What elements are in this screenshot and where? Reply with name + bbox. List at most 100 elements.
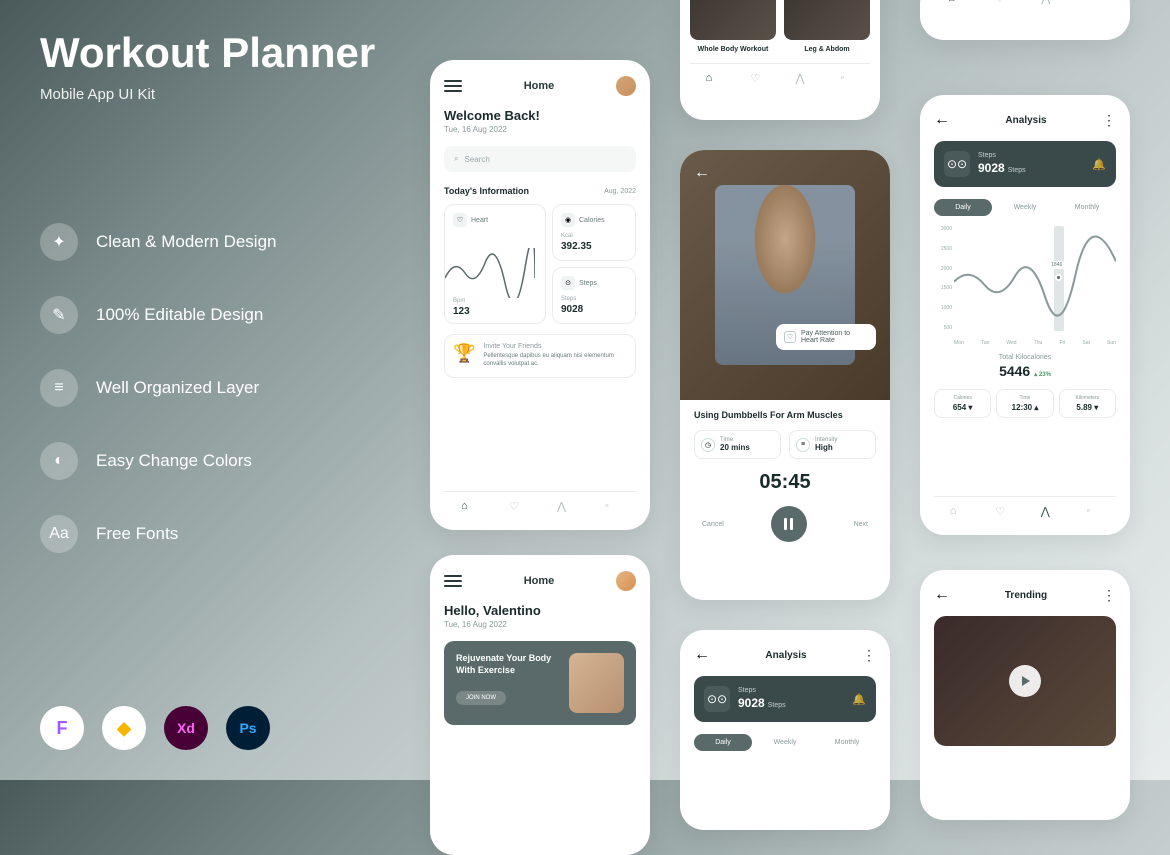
cancel-button[interactable]: Cancel xyxy=(702,521,724,528)
bell-icon[interactable]: 🔔 xyxy=(852,693,866,706)
menu-icon[interactable] xyxy=(444,80,462,92)
font-icon: Aa xyxy=(40,515,78,553)
wand-icon: ✦ xyxy=(40,223,78,261)
back-button[interactable]: ← xyxy=(694,164,710,182)
pen-icon: ✎ xyxy=(40,296,78,334)
screen-title: Analysis xyxy=(765,650,806,661)
steps-label: Steps xyxy=(738,687,844,694)
tab-monthly[interactable]: Monthly xyxy=(818,734,876,751)
heart-card[interactable]: ♡Heart Bpm123 xyxy=(444,204,546,324)
steps-summary-card[interactable]: ⊙⊙ Steps 9028Steps 🔔 xyxy=(694,676,876,722)
heart-icon: ♡ xyxy=(453,213,467,227)
heart-chart xyxy=(445,248,535,298)
figma-icon: F xyxy=(40,706,84,750)
home-icon[interactable]: ⌂ xyxy=(948,0,962,6)
metric-value: 5.89 ▾ xyxy=(1065,403,1110,412)
more-icon[interactable]: ⋮ xyxy=(862,647,876,664)
avatar[interactable] xyxy=(616,76,636,96)
hero-card[interactable]: Rejuvenate Your Body With Exercise JOIN … xyxy=(444,641,636,725)
x-tick: Sun xyxy=(1107,340,1116,346)
steps-summary-card[interactable]: ⊙⊙ Steps 9028Steps 🔔 xyxy=(934,141,1116,187)
metric-label: Kilometers xyxy=(1065,395,1110,401)
timer-display: 05:45 xyxy=(694,471,876,494)
invite-desc: Pellentesque dapibus eu aliquam nisi ele… xyxy=(483,352,627,369)
back-button[interactable]: ← xyxy=(694,646,710,664)
x-tick: Thu xyxy=(1034,340,1043,346)
intensity-stat: ≡ IntensityHigh xyxy=(789,430,876,459)
search-placeholder: Search xyxy=(464,155,489,164)
profile-icon[interactable]: ◦ xyxy=(605,500,619,514)
exercise-image: ← ♡ Pay Attention to Heart Rate xyxy=(680,150,890,400)
greeting-text: Hello, Valentino xyxy=(444,603,636,618)
x-tick: Tue xyxy=(981,340,989,346)
highlight-label: 1846 xyxy=(1048,261,1065,269)
workout-image[interactable] xyxy=(690,0,776,40)
invite-title: Invite Your Friends xyxy=(483,343,627,350)
heart-icon[interactable]: ♡ xyxy=(995,505,1009,519)
more-icon[interactable]: ⋮ xyxy=(1102,112,1116,129)
activity-icon[interactable]: ⋀ xyxy=(557,500,571,514)
info-title: Today's Information xyxy=(444,186,529,196)
avatar[interactable] xyxy=(616,571,636,591)
profile-icon[interactable]: ◦ xyxy=(1088,0,1102,6)
more-icon[interactable]: ⋮ xyxy=(1102,587,1116,604)
home-icon[interactable]: ⌂ xyxy=(461,500,475,514)
fire-icon: ◉ xyxy=(561,213,575,227)
y-tick: 1500 xyxy=(934,285,952,291)
tab-weekly[interactable]: Weekly xyxy=(996,199,1054,216)
y-tick: 2000 xyxy=(934,266,952,272)
trophy-icon: 🏆 xyxy=(453,343,475,364)
trending-video[interactable] xyxy=(934,616,1116,746)
bell-icon[interactable]: 🔔 xyxy=(1092,158,1106,171)
bars-icon: ≡ xyxy=(796,438,810,452)
card-value: 9028 xyxy=(561,304,627,315)
back-button[interactable]: ← xyxy=(934,111,950,129)
feature-text: 100% Editable Design xyxy=(96,305,263,325)
tab-daily[interactable]: Daily xyxy=(694,734,752,751)
card-unit: Steps xyxy=(561,296,627,302)
home-icon[interactable]: ⌂ xyxy=(950,505,964,519)
join-button[interactable]: JOIN NOW xyxy=(456,691,506,705)
tab-weekly[interactable]: Weekly xyxy=(756,734,814,751)
workout-label: Leg & Abdom xyxy=(784,46,870,53)
heart-icon[interactable]: ♡ xyxy=(751,72,765,86)
invite-card[interactable]: 🏆 Invite Your Friends Pellentesque dapib… xyxy=(444,334,636,378)
next-button[interactable]: Next xyxy=(854,521,868,528)
screen-title: Trending xyxy=(1005,590,1047,601)
search-input[interactable]: ⌕Search xyxy=(444,146,636,172)
phone-home: Home Welcome Back! Tue, 16 Aug 2022 ⌕Sea… xyxy=(430,60,650,530)
profile-icon[interactable]: ◦ xyxy=(1086,505,1100,519)
phone-trending: ← Trending ⋮ xyxy=(920,570,1130,820)
card-unit: Bpm xyxy=(453,298,470,304)
heart-icon[interactable]: ♡ xyxy=(995,0,1009,6)
metric-time[interactable]: Time12:30 ▴ xyxy=(996,389,1053,418)
pause-button[interactable] xyxy=(771,506,807,542)
ps-icon: Ps xyxy=(226,706,270,750)
play-icon xyxy=(1022,676,1030,686)
metric-calories[interactable]: Calories654 ▾ xyxy=(934,389,991,418)
heart-icon: ♡ xyxy=(784,331,796,343)
steps-value: 9028 xyxy=(738,696,765,710)
tab-monthly[interactable]: Monthly xyxy=(1058,199,1116,216)
heart-icon[interactable]: ♡ xyxy=(509,500,523,514)
home-icon[interactable]: ⌂ xyxy=(706,72,720,86)
metric-km[interactable]: Kilometers 5.89 ▾ xyxy=(1059,389,1116,418)
workout-image[interactable] xyxy=(784,0,870,40)
activity-icon[interactable]: ⋀ xyxy=(1041,0,1055,6)
calories-card[interactable]: ◉Calories Kcal 392.35 xyxy=(552,204,636,261)
tab-daily[interactable]: Daily xyxy=(934,199,992,216)
tip-text: Pay Attention to Heart Rate xyxy=(801,330,868,344)
back-button[interactable]: ← xyxy=(934,586,950,604)
activity-icon[interactable]: ⋀ xyxy=(796,72,810,86)
feature-text: Free Fonts xyxy=(96,524,178,544)
menu-icon[interactable] xyxy=(444,575,462,587)
phone-analysis2: ← Analysis ⋮ ⊙⊙ Steps 9028Steps 🔔 Daily … xyxy=(680,630,890,830)
welcome-text: Welcome Back! xyxy=(444,108,636,123)
play-button[interactable] xyxy=(1009,665,1041,697)
steps-card[interactable]: ⊙Steps Steps 9028 xyxy=(552,267,636,324)
activity-icon[interactable]: ⋀ xyxy=(1041,505,1055,519)
profile-icon[interactable]: ◦ xyxy=(841,72,855,86)
y-tick: 1000 xyxy=(934,305,952,311)
screen-title: Home xyxy=(524,575,555,587)
info-date: Aug, 2022 xyxy=(604,188,636,195)
